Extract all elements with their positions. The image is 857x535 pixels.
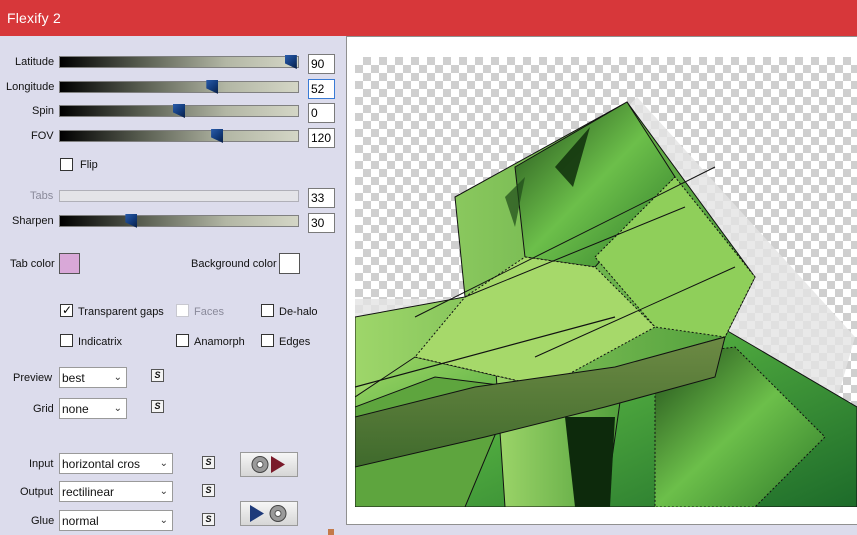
preview-select-value: best [62, 371, 85, 385]
input-label: Input [29, 458, 54, 470]
input-select[interactable]: horizontal cros ⌄ [59, 453, 173, 474]
chevron-down-icon: ⌄ [113, 372, 122, 383]
latitude-thumb[interactable] [284, 55, 297, 69]
output-label: Output [20, 486, 54, 498]
preview-canvas[interactable] [355, 57, 857, 507]
tabs-slider[interactable] [59, 190, 299, 202]
grid-label: Grid [33, 403, 54, 415]
anamorph-checkbox[interactable] [176, 334, 189, 347]
background-color-swatch[interactable] [279, 253, 300, 274]
output-mapping-button[interactable] [240, 501, 298, 526]
chevron-down-icon: ⌄ [159, 515, 168, 526]
longitude-thumb[interactable] [206, 80, 219, 94]
de-halo-checkbox[interactable] [261, 304, 274, 317]
sharpen-input[interactable]: 30 [308, 213, 335, 233]
transparent-gaps-checkbox[interactable]: ✓ [60, 303, 73, 317]
grid-select-value: none [62, 402, 89, 416]
spin-thumb[interactable] [173, 104, 185, 118]
output-select[interactable]: rectilinear ⌄ [59, 481, 173, 502]
fov-label: FOV [31, 130, 54, 142]
edges-checkbox[interactable] [261, 334, 274, 347]
background-color-label: Background color [191, 258, 277, 270]
input-mapping-button[interactable] [240, 452, 298, 477]
output-select-value: rectilinear [62, 485, 115, 499]
flip-checkbox[interactable] [60, 158, 73, 171]
tab-color-label: Tab color [10, 258, 55, 270]
latitude-input[interactable]: 90 [308, 54, 335, 74]
swap-icon[interactable]: S [202, 484, 215, 497]
tabs-input[interactable]: 33 [308, 188, 335, 208]
sharpen-label: Sharpen [12, 215, 54, 227]
title-bar: Flexify 2 [0, 0, 857, 36]
chevron-down-icon: ⌄ [159, 486, 168, 497]
sharpen-thumb[interactable] [125, 214, 138, 228]
sharpen-slider[interactable] [59, 214, 299, 228]
flip-label: Flip [80, 159, 98, 171]
de-halo-label: De-halo [279, 306, 318, 318]
longitude-label: Longitude [6, 81, 55, 93]
latitude-label: Latitude [15, 56, 55, 68]
check-mark-icon: ✓ [62, 303, 73, 317]
spin-input[interactable]: 0 [308, 103, 335, 123]
glue-select[interactable]: normal ⌄ [59, 510, 173, 531]
transparent-gaps-label: Transparent gaps [78, 306, 164, 318]
swap-icon[interactable]: S [202, 456, 215, 469]
preview-frame [346, 36, 857, 525]
faces-label: Faces [194, 306, 224, 318]
fov-thumb[interactable] [211, 129, 224, 143]
chevron-down-icon: ⌄ [159, 458, 168, 469]
longitude-input[interactable]: 52 [308, 79, 335, 99]
faces-checkbox[interactable] [176, 304, 189, 317]
grid-select[interactable]: none ⌄ [59, 398, 127, 419]
input-select-value: horizontal cros [62, 457, 141, 471]
tabs-label: Tabs [30, 190, 54, 202]
chevron-down-icon: ⌄ [113, 403, 122, 414]
tab-color-swatch[interactable] [59, 253, 80, 274]
edges-label: Edges [279, 336, 311, 348]
swap-icon[interactable]: S [151, 369, 164, 382]
glue-select-value: normal [62, 514, 99, 528]
indicatrix-label: Indicatrix [78, 336, 123, 348]
spin-slider[interactable] [59, 104, 299, 118]
arrow-to-globe-icon [250, 505, 287, 522]
fov-input[interactable]: 120 [308, 128, 335, 148]
window-title: Flexify 2 [7, 10, 61, 26]
globe-to-arrow-icon [251, 456, 285, 473]
preview-label: Preview [13, 372, 53, 384]
latitude-slider[interactable] [59, 55, 299, 69]
resize-handle[interactable] [328, 529, 334, 535]
longitude-slider[interactable] [59, 80, 299, 94]
anamorph-label: Anamorph [194, 336, 245, 348]
swap-icon[interactable]: S [202, 513, 215, 526]
glue-label: Glue [31, 515, 55, 527]
preview-image [355, 97, 857, 507]
indicatrix-checkbox[interactable] [60, 334, 73, 347]
swap-icon[interactable]: S [151, 400, 164, 413]
spin-label: Spin [32, 105, 55, 117]
preview-select[interactable]: best ⌄ [59, 367, 127, 388]
fov-slider[interactable] [59, 129, 299, 143]
